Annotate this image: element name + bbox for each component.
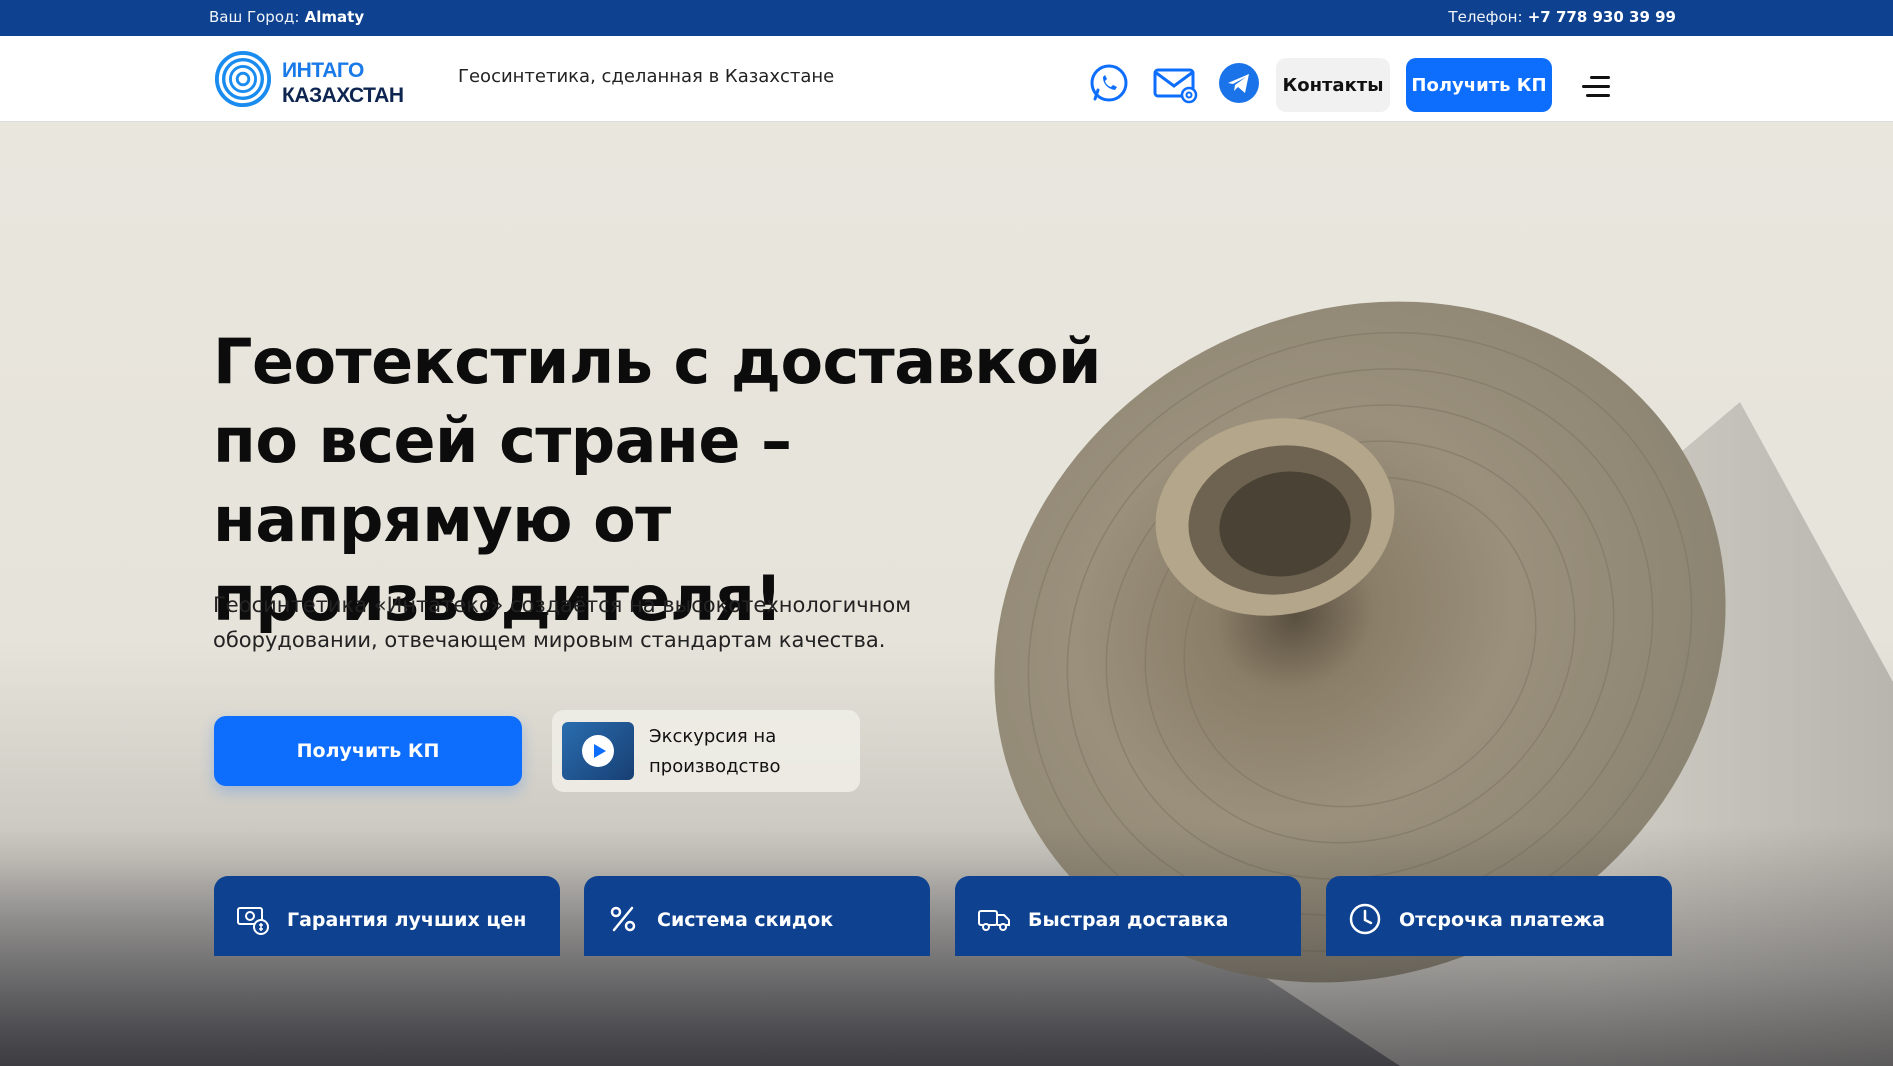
price-guarantee-icon [237, 907, 269, 935]
menu-bar [1582, 85, 1610, 88]
feature-card-discounts[interactable]: Система скидок [584, 876, 930, 956]
menu-bar [1586, 94, 1610, 97]
logo[interactable]: ИНТАГО КАЗАХСТАН [214, 46, 404, 112]
phone-info: Телефон: +7 778 930 39 99 [1448, 8, 1676, 26]
logo-line2: КАЗАХСТАН [282, 84, 404, 107]
city-label: Ваш Город: [209, 8, 300, 26]
clock-icon [1349, 903, 1381, 935]
feature-label: Гарантия лучших цен [287, 909, 527, 931]
phone-link[interactable]: +7 778 930 39 99 [1528, 8, 1676, 26]
menu-bar [1590, 76, 1610, 79]
city-value[interactable]: Almaty [305, 8, 364, 26]
feature-card-delivery[interactable]: Быстрая доставка [955, 876, 1301, 956]
feature-label: Отсрочка платежа [1399, 909, 1605, 931]
factory-tour-label: Экскурсия на производство [649, 722, 781, 782]
tour-line1: Экскурсия на [649, 726, 777, 747]
telegram-icon[interactable] [1218, 62, 1260, 104]
factory-tour-button[interactable]: Экскурсия на производство [552, 710, 860, 792]
top-bar: Ваш Город: Almaty Телефон: +7 778 930 39… [0, 0, 1893, 36]
logo-line1: ИНТАГО [282, 59, 364, 82]
feature-label: Система скидок [657, 909, 834, 931]
site-header: ИНТАГО КАЗАХСТАН Геосинтетика, сделанная… [0, 36, 1893, 122]
video-thumbnail [562, 722, 634, 780]
whatsapp-icon[interactable] [1088, 62, 1130, 104]
phone-label: Телефон: [1448, 8, 1523, 26]
logo-spiral-icon [214, 50, 272, 108]
menu-icon[interactable] [1582, 76, 1610, 98]
city-selector[interactable]: Ваш Город: Almaty [209, 8, 364, 26]
feature-card-deferred-payment[interactable]: Отсрочка платежа [1326, 876, 1672, 956]
get-quote-hero-button[interactable]: Получить КП [214, 716, 522, 786]
hero-subtitle: Геосинтетика «Интатекс» создаётся на выс… [213, 593, 912, 652]
mail-icon[interactable] [1152, 62, 1198, 104]
truck-icon [978, 910, 1010, 931]
feature-card-price[interactable]: Гарантия лучших цен [214, 876, 560, 956]
percent-icon [610, 906, 636, 932]
logo-text: ИНТАГО КАЗАХСТАН [282, 58, 404, 108]
tagline: Геосинтетика, сделанная в Казахстане [458, 66, 835, 87]
feature-label: Быстрая доставка [1028, 909, 1229, 931]
get-quote-header-button[interactable]: Получить КП [1406, 58, 1552, 112]
tour-line2: производство [649, 756, 781, 777]
contacts-button[interactable]: Контакты [1276, 58, 1390, 112]
play-icon [582, 735, 614, 767]
